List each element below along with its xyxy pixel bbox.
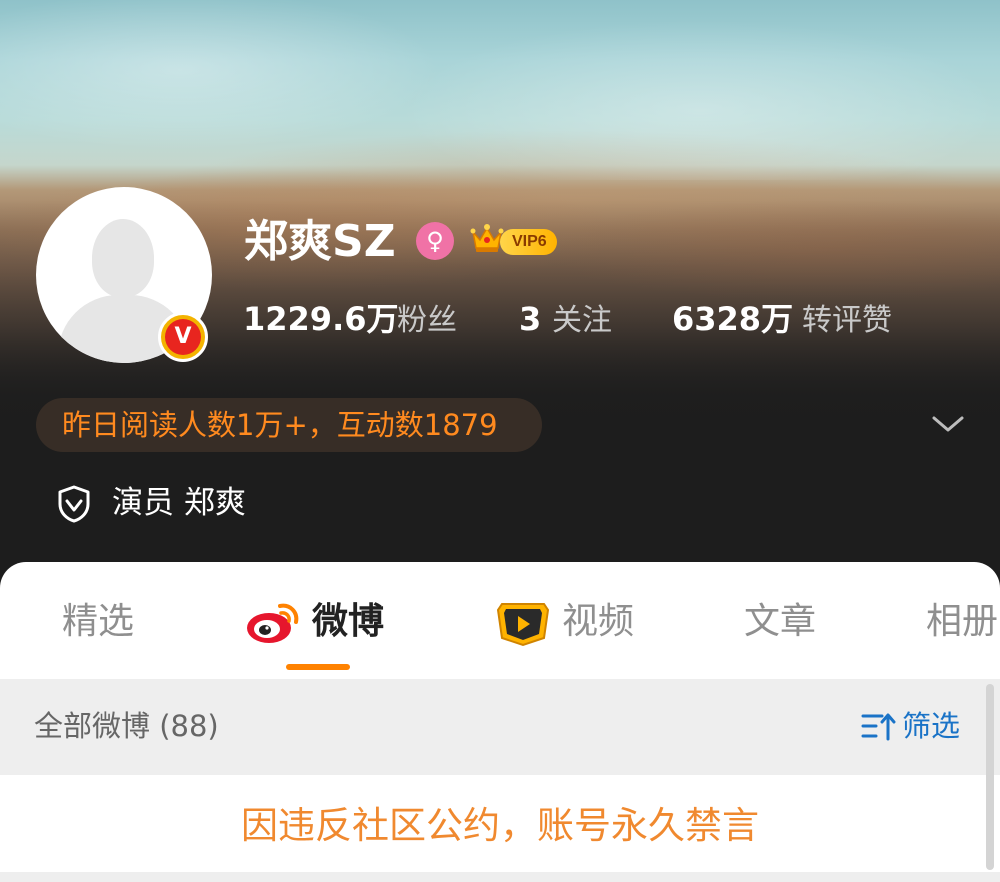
tab-articles[interactable]: 文章	[744, 594, 816, 650]
tab-weibo[interactable]: 微博	[312, 594, 384, 650]
filter-button[interactable]: 筛选	[902, 703, 960, 749]
crown-icon	[470, 224, 504, 252]
tab-video[interactable]: 视频	[562, 594, 634, 650]
female-icon: ♀	[416, 222, 454, 260]
following-label[interactable]: 关注	[552, 298, 612, 344]
daily-reads-text: 昨日阅读人数1万+，互动数1879	[62, 408, 498, 442]
verified-v-label: V	[165, 319, 201, 355]
following-count[interactable]: 3	[519, 296, 541, 342]
avatar-placeholder-head	[92, 219, 154, 297]
weibo-profile-page: V 郑爽SZ ♀ VIP6 1229.6万 粉丝 3 关注 6328万 转评赞 …	[0, 0, 1000, 882]
chevron-down-icon[interactable]	[930, 410, 966, 438]
cover-sky	[0, 0, 1000, 180]
verified-v-icon: V	[158, 312, 208, 362]
tab-featured[interactable]: 精选	[62, 594, 134, 650]
active-tab-indicator	[286, 664, 350, 670]
bottom-divider	[0, 872, 1000, 882]
account-ban-notice: 因违反社区公约，账号永久禁言	[241, 804, 759, 847]
interactions-label[interactable]: 转评赞	[802, 298, 892, 344]
followers-label[interactable]: 粉丝	[397, 298, 457, 344]
followers-count[interactable]: 1229.6万	[243, 296, 399, 342]
filter-icon[interactable]	[860, 709, 896, 743]
interactions-count[interactable]: 6328万	[672, 296, 793, 342]
profile-name: 郑爽SZ	[244, 216, 396, 267]
shield-check-icon	[58, 485, 90, 523]
vip-level-badge[interactable]: VIP6	[500, 229, 557, 255]
verification-info: 演员 郑爽	[112, 485, 246, 521]
feed-title: 全部微博 (88)	[34, 709, 219, 743]
weibo-icon	[247, 603, 299, 643]
tab-albums[interactable]: 相册	[926, 594, 998, 650]
video-icon	[496, 603, 550, 647]
